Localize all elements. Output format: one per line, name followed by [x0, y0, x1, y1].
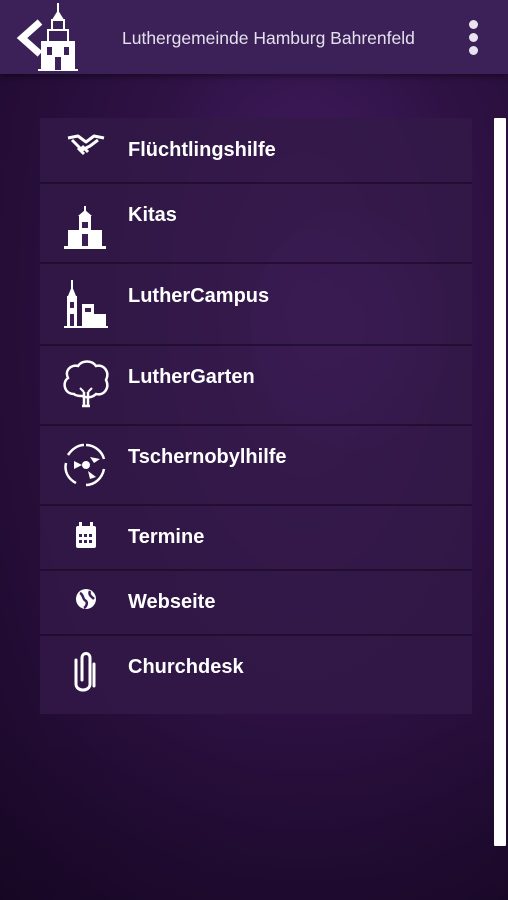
navigation-menu: Flüchtlingshilfe Kitas LutherCampus Luth…: [40, 118, 472, 714]
menu-item-termine[interactable]: Termine: [40, 506, 472, 571]
menu-item-fluechtlingshilfe[interactable]: Flüchtlingshilfe: [40, 118, 472, 184]
menu-item-label: LutherCampus: [128, 285, 270, 307]
church-tower-logo: [38, 3, 78, 71]
menu-item-label: Churchdesk: [128, 656, 244, 678]
menu-item-label: Webseite: [128, 591, 216, 613]
menu-item-luthergarten[interactable]: LutherGarten: [40, 346, 472, 426]
menu-item-label: Tschernobylhilfe: [128, 446, 287, 468]
menu-item-webseite[interactable]: Webseite: [40, 571, 472, 636]
menu-item-label: Flüchtlingshilfe: [128, 139, 276, 161]
menu-item-label: LutherGarten: [128, 366, 255, 388]
menu-item-kitas[interactable]: Kitas: [40, 184, 472, 264]
tree-icon: [63, 360, 109, 408]
menu-item-label: Kitas: [128, 204, 177, 226]
calendar-icon: [76, 522, 96, 548]
campus-buildings-icon: [64, 280, 108, 328]
scrollbar[interactable]: [494, 118, 506, 846]
menu-item-label: Termine: [128, 526, 205, 548]
overflow-menu-icon[interactable]: [462, 20, 484, 60]
menu-item-luthercampus[interactable]: LutherCampus: [40, 264, 472, 346]
app-title: Luthergemeinde Hamburg Bahrenfeld: [122, 28, 415, 48]
menu-item-tschernobylhilfe[interactable]: Tschernobylhilfe: [40, 426, 472, 506]
background-shade: [0, 714, 508, 900]
globe-icon: [76, 589, 96, 610]
handshake-icon: [67, 134, 105, 156]
menu-item-churchdesk[interactable]: Churchdesk: [40, 636, 472, 714]
kita-building-icon: [64, 206, 106, 249]
paperclip-icon: [74, 652, 96, 692]
app-bar: Luthergemeinde Hamburg Bahrenfeld: [0, 0, 508, 74]
tschernobyl-logo-icon: [64, 443, 106, 487]
